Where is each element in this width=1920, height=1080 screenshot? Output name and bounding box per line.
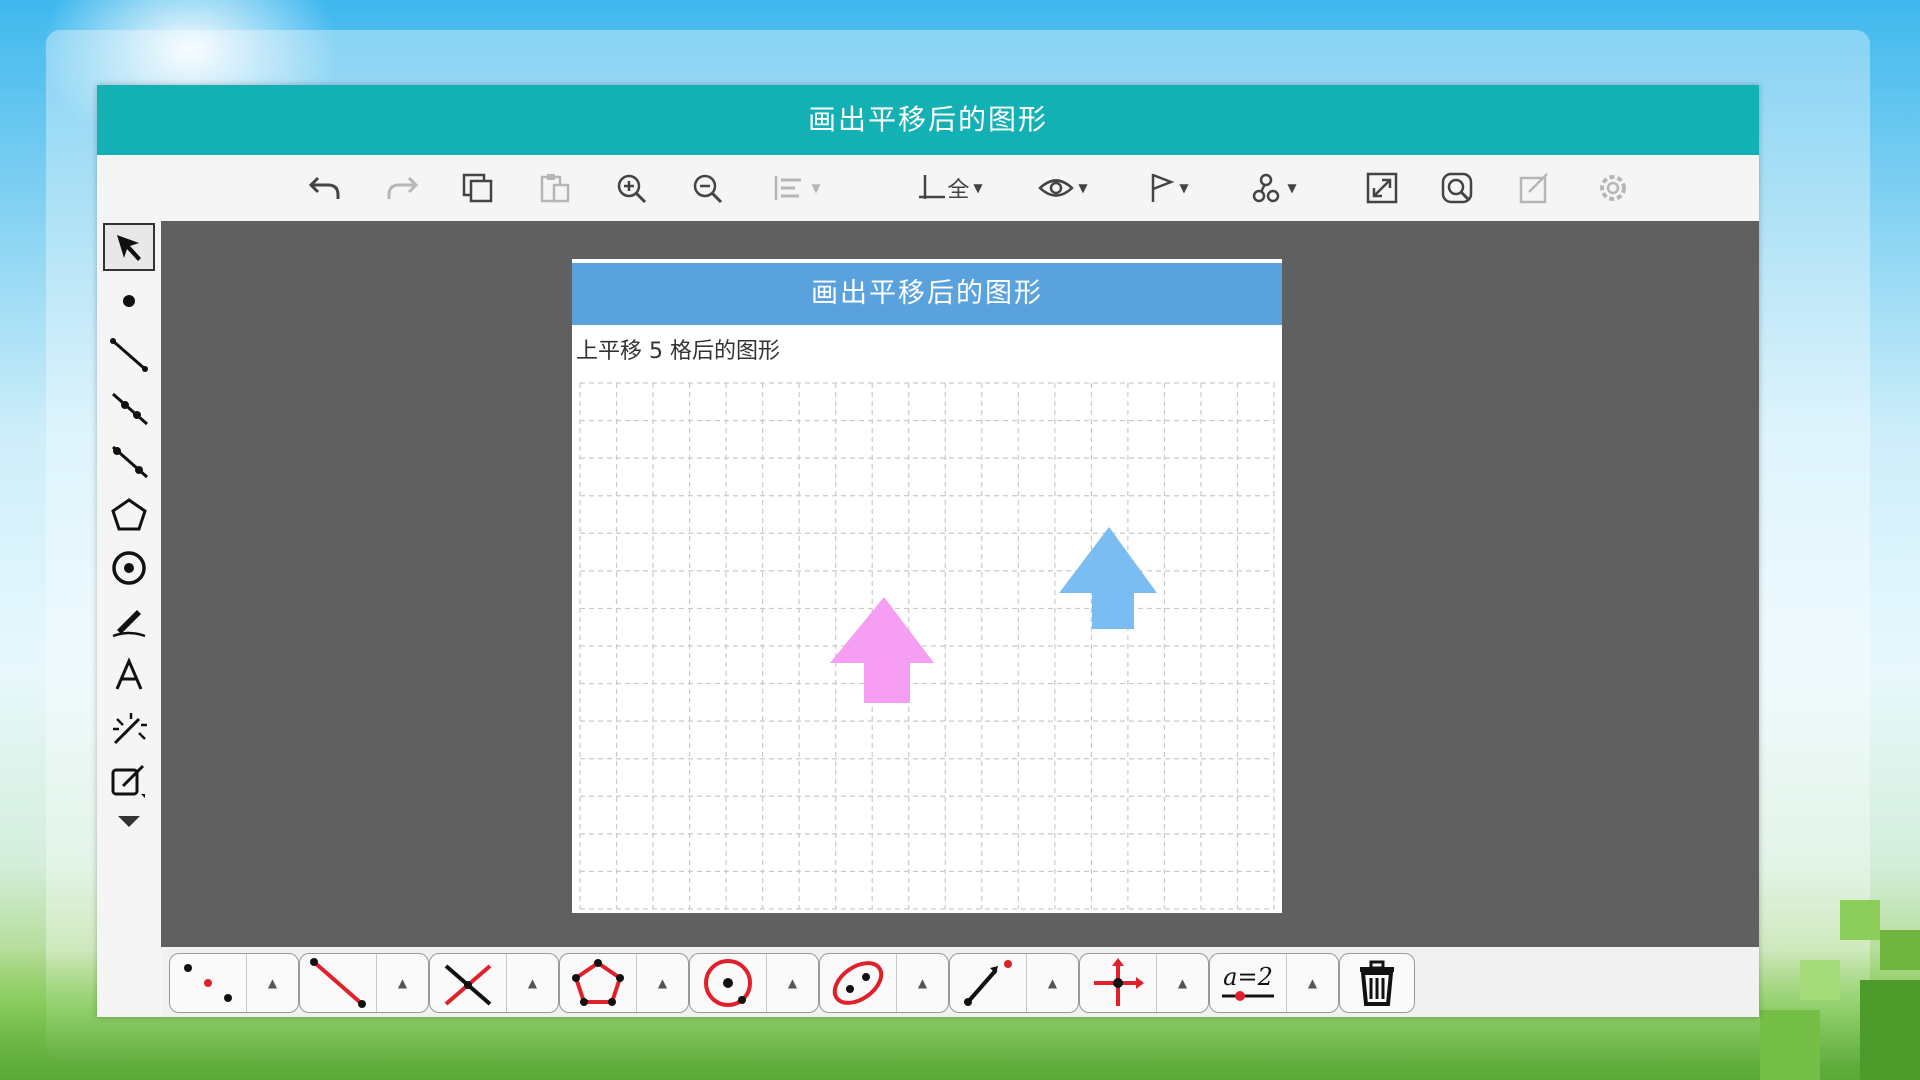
vector-tool-expand[interactable]: ▲ xyxy=(1026,954,1078,1012)
transform-tool-expand[interactable]: ▲ xyxy=(1156,954,1208,1012)
polygon-tool-group[interactable]: ▲ xyxy=(559,953,689,1013)
tool-sidebar xyxy=(97,221,161,1017)
move-icon xyxy=(1094,958,1144,1006)
circle-tool[interactable] xyxy=(103,544,155,592)
pen-icon xyxy=(112,610,146,638)
line-icon xyxy=(112,445,148,479)
conic-tool-button[interactable] xyxy=(820,954,896,1012)
visibility-dropdown[interactable]: ▼ xyxy=(1027,168,1099,208)
text-icon xyxy=(115,657,143,690)
slider-tool-button[interactable]: a=2 xyxy=(1210,954,1286,1012)
circle-tool-button[interactable] xyxy=(690,954,766,1012)
polygon-icon xyxy=(111,498,147,531)
points-icon xyxy=(184,964,232,1002)
points-tool-button[interactable] xyxy=(170,954,246,1012)
drawing-canvas[interactable]: 画出平移后的图形 上平移 5 格后的图形 xyxy=(161,221,1759,947)
edit-icon[interactable] xyxy=(1512,168,1558,208)
pointer-icon xyxy=(117,235,141,261)
segment-tool[interactable] xyxy=(103,331,155,379)
segment-red-icon xyxy=(310,958,366,1008)
more-tools-button[interactable] xyxy=(103,803,155,839)
axes-dropdown-caret: ▼ xyxy=(973,181,983,195)
points-tool-expand[interactable]: ▲ xyxy=(246,954,298,1012)
worksheet: 画出平移后的图形 上平移 5 格后的图形 xyxy=(572,259,1282,913)
blue-arrow[interactable] xyxy=(1059,527,1157,629)
pointer-tool[interactable] xyxy=(103,223,155,271)
eye-dropdown-caret: ▼ xyxy=(1078,181,1088,195)
pink-arrow[interactable] xyxy=(830,597,934,703)
settings-icon[interactable] xyxy=(1590,168,1636,208)
flag-dropdown-caret: ▼ xyxy=(1179,181,1189,195)
points-tool-group[interactable]: ▲ xyxy=(169,953,299,1013)
paste-icon[interactable] xyxy=(532,168,578,208)
copy-icon[interactable] xyxy=(455,168,501,208)
align-icon[interactable]: ▼ xyxy=(762,168,832,208)
segment-tool-button[interactable] xyxy=(300,954,376,1012)
axes-icon xyxy=(919,175,946,199)
edit-note-icon xyxy=(111,764,145,798)
vector-tool-group[interactable]: ▲ xyxy=(949,953,1079,1013)
line-tool[interactable] xyxy=(103,437,155,485)
trash-icon xyxy=(1360,960,1394,1006)
slider-label: a=2 xyxy=(1223,963,1273,991)
slider-tool-group[interactable]: a=2 ▲ xyxy=(1209,953,1339,1013)
axes-dropdown[interactable]: 全 ▼ xyxy=(905,168,995,208)
text-tool[interactable] xyxy=(103,651,155,699)
circle-tool-group[interactable]: ▲ xyxy=(689,953,819,1013)
conic-tool-expand[interactable]: ▲ xyxy=(896,954,948,1012)
slider-tool-expand[interactable]: ▲ xyxy=(1286,954,1338,1012)
conic-tool-group[interactable]: ▲ xyxy=(819,953,949,1013)
trash-button[interactable] xyxy=(1339,953,1415,1013)
polygon-tool-button[interactable] xyxy=(560,954,636,1012)
ellipse-icon xyxy=(832,961,884,1005)
circle-red-icon xyxy=(704,959,752,1007)
intersect-tool-group[interactable]: ▲ xyxy=(429,953,559,1013)
circle-icon xyxy=(112,551,146,585)
edit-note-tool[interactable] xyxy=(103,758,155,806)
ray-tool[interactable] xyxy=(103,384,155,432)
zoom-in-icon[interactable] xyxy=(609,168,655,208)
segment-tool-expand[interactable]: ▲ xyxy=(376,954,428,1012)
magic-icon xyxy=(113,713,147,745)
segment-icon xyxy=(110,338,148,372)
geometry-app-window: 画出平移后的图形 ▼ 全 ▼ ▼ ▼ ▼ 画出平移后的图形 上平移 5 格后的图… xyxy=(97,85,1759,1017)
point-tool[interactable] xyxy=(103,277,155,325)
intersect-tool-expand[interactable]: ▲ xyxy=(506,954,558,1012)
polygon-tool[interactable] xyxy=(103,491,155,539)
polygon-tool-expand[interactable]: ▲ xyxy=(636,954,688,1012)
magic-tool[interactable] xyxy=(103,705,155,753)
ray-icon xyxy=(112,392,148,426)
bottom-toolbar: ▲ ▲ ▲ ▲ ▲ ▲ ▲ ▲ a=2 ▲ xyxy=(161,947,1759,1017)
flag-icon xyxy=(1152,173,1175,202)
undo-icon[interactable] xyxy=(302,168,348,208)
eye-icon xyxy=(1038,179,1075,197)
search-icon[interactable] xyxy=(1435,168,1481,208)
polygon-red-icon xyxy=(572,959,624,1006)
intersect-icon xyxy=(444,964,492,1006)
pen-tool[interactable] xyxy=(103,598,155,646)
circle-tool-expand[interactable]: ▲ xyxy=(766,954,818,1012)
segment-tool-group[interactable]: ▲ xyxy=(299,953,429,1013)
style-icon xyxy=(1253,173,1280,203)
point-icon xyxy=(123,295,135,307)
intersect-tool-button[interactable] xyxy=(430,954,506,1012)
style-dropdown[interactable]: ▼ xyxy=(1237,168,1309,208)
vector-icon xyxy=(964,960,1012,1006)
transform-tool-button[interactable] xyxy=(1080,954,1156,1012)
top-toolbar: ▼ 全 ▼ ▼ ▼ ▼ xyxy=(97,155,1759,221)
axes-label: 全 xyxy=(947,178,970,203)
vector-tool-button[interactable] xyxy=(950,954,1026,1012)
transform-tool-group[interactable]: ▲ xyxy=(1079,953,1209,1013)
align-dropdown-caret: ▼ xyxy=(811,181,821,195)
fullscreen-icon[interactable] xyxy=(1359,168,1405,208)
trash-button-inner[interactable] xyxy=(1340,954,1414,1012)
redo-icon[interactable] xyxy=(379,168,425,208)
more-icon xyxy=(118,816,140,827)
style-dropdown-caret: ▼ xyxy=(1287,181,1297,195)
zoom-out-icon[interactable] xyxy=(685,168,731,208)
flag-dropdown[interactable]: ▼ xyxy=(1137,168,1201,208)
slider-icon xyxy=(1222,991,1274,1001)
window-title: 画出平移后的图形 xyxy=(97,85,1759,155)
